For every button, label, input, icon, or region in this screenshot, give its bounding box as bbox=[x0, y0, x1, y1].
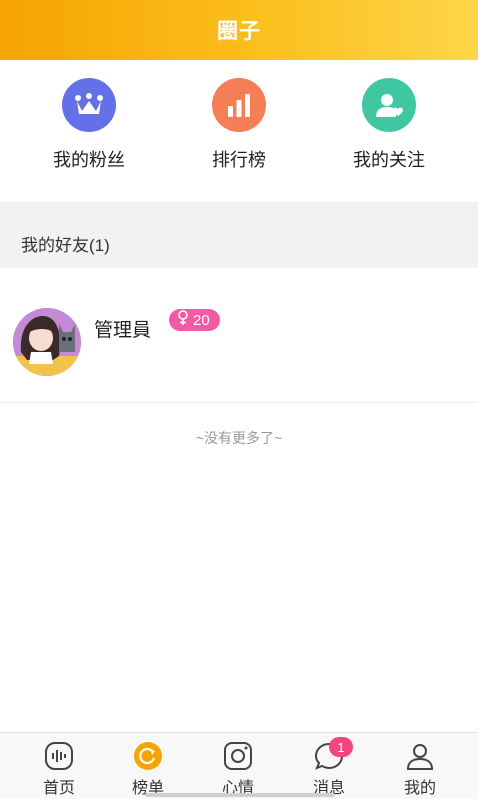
my-following-label: 我的关注 bbox=[353, 150, 425, 170]
refresh-circle-icon bbox=[132, 740, 164, 772]
level-badge: 20 bbox=[169, 309, 220, 331]
camera-icon bbox=[222, 740, 254, 772]
my-following-button[interactable]: 我的关注 bbox=[329, 78, 449, 172]
leaderboard-button[interactable]: 排行榜 bbox=[179, 78, 299, 172]
bar-chart-icon bbox=[212, 78, 266, 132]
user-heart-icon bbox=[362, 78, 416, 132]
level-value: 20 bbox=[193, 311, 210, 329]
user-icon bbox=[404, 740, 436, 772]
tab-messages[interactable]: 1 消息 bbox=[281, 733, 377, 799]
top-header: 圈子 bbox=[0, 0, 478, 60]
tab-home-label: 首页 bbox=[42, 780, 75, 797]
friends-section-title: 我的好友(1) bbox=[21, 236, 110, 255]
crown-icon bbox=[62, 78, 116, 132]
tab-profile-label: 我的 bbox=[403, 780, 436, 797]
page-title: 圈子 bbox=[217, 20, 261, 43]
list-end-text: ~没有更多了~ bbox=[195, 430, 283, 446]
message-count-badge: 1 bbox=[329, 737, 353, 757]
friend-list-item[interactable]: 管理員 20 bbox=[0, 268, 478, 402]
tab-rankings[interactable]: 榜单 bbox=[100, 733, 196, 799]
my-fans-label: 我的粉丝 bbox=[53, 150, 125, 170]
bottom-tab-bar: 首页 榜单 心情 1 消息 我的 bbox=[0, 732, 478, 799]
leaderboard-label: 排行榜 bbox=[212, 150, 266, 170]
friend-name: 管理員 bbox=[94, 320, 152, 341]
female-icon bbox=[177, 310, 189, 330]
tab-mood[interactable]: 心情 bbox=[190, 733, 286, 799]
tab-profile[interactable]: 我的 bbox=[372, 733, 468, 799]
tab-home[interactable]: 首页 bbox=[11, 733, 107, 799]
divider bbox=[0, 402, 478, 403]
my-fans-button[interactable]: 我的粉丝 bbox=[29, 78, 149, 172]
home-indicator bbox=[145, 793, 335, 797]
quick-actions: 我的粉丝 排行榜 我的关注 bbox=[0, 60, 478, 202]
voice-wave-icon bbox=[43, 740, 75, 772]
avatar bbox=[13, 308, 81, 376]
chat-bubble-icon: 1 bbox=[313, 737, 353, 772]
